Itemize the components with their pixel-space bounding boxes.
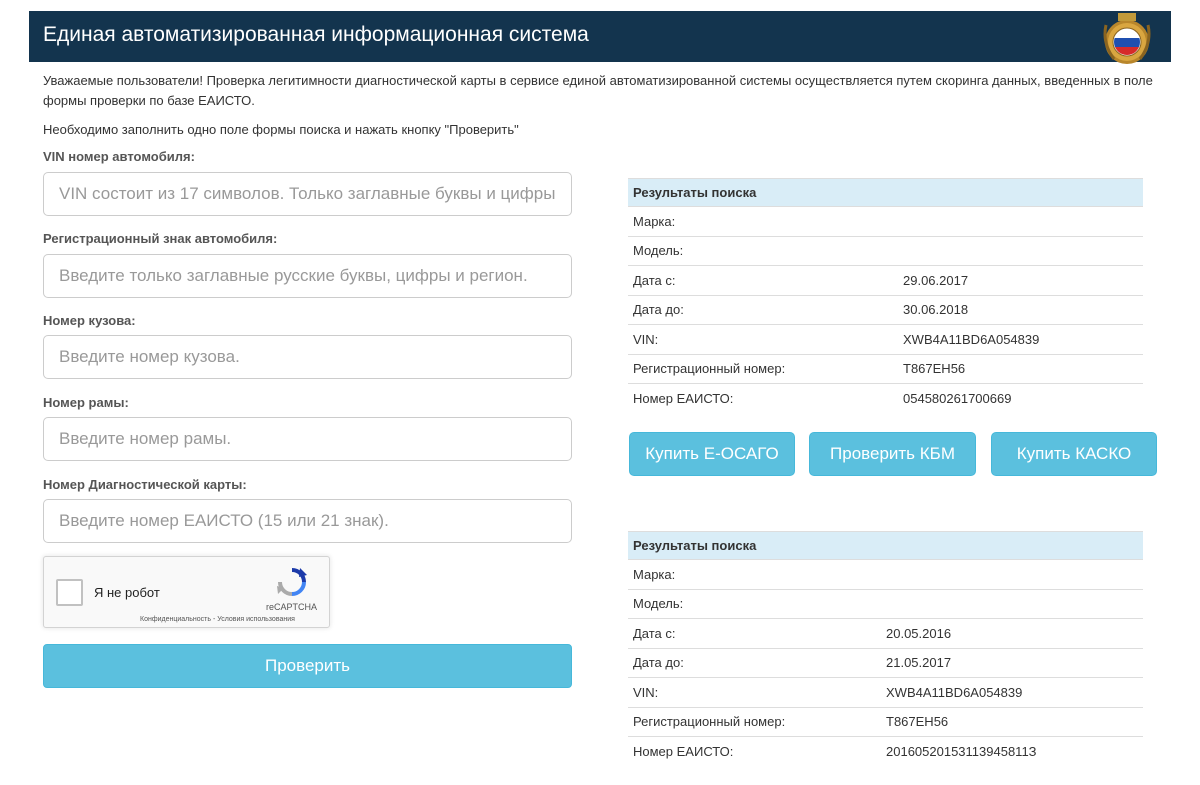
result-value: 21.05.2017 <box>886 647 1143 678</box>
result-value: 29.06.2017 <box>903 265 1143 295</box>
check-kbm-button[interactable]: Проверить КБМ <box>809 432 976 476</box>
result-label: Регистрационный номер: <box>628 706 886 737</box>
result-label: Марка: <box>628 559 886 589</box>
result-value: 20160520153113945811З <box>886 736 1143 766</box>
result-label: VIN: <box>628 324 903 354</box>
intro-instruction: Необходимо заполнить одно поле формы пои… <box>43 122 519 137</box>
result-label: Регистрационный номер: <box>628 353 903 384</box>
buy-kasko-button[interactable]: Купить КАСКО <box>991 432 1157 476</box>
result-row: Регистрационный номер: Т867ЕН56 <box>628 706 1143 737</box>
result-row: Регистрационный номер: Т867ЕН56 <box>628 353 1143 384</box>
diag-card-input[interactable] <box>43 499 572 543</box>
result-row: VIN: XWB4A11BD6A054839 <box>628 324 1143 354</box>
recaptcha-checkbox[interactable] <box>56 579 83 606</box>
frame-number-label: Номер рамы: <box>43 395 129 410</box>
result-label: Дата до: <box>628 647 886 678</box>
frame-number-input[interactable] <box>43 417 572 461</box>
result-label: Номер ЕАИСТО: <box>628 383 903 413</box>
body-number-input[interactable] <box>43 335 572 379</box>
result-label: Дата с: <box>628 265 903 295</box>
check-button[interactable]: Проверить <box>43 644 572 688</box>
result-label: Модель: <box>628 235 903 266</box>
results-title: Результаты поиска <box>628 178 1143 207</box>
result-row: Дата с: 29.06.2017 <box>628 265 1143 295</box>
intro-text: Уважаемые пользователи! Проверка легитим… <box>43 71 1153 140</box>
result-value <box>903 235 1143 266</box>
search-results-table: Результаты поиска Марка: Модель: Дата с: 20… <box>628 531 1143 766</box>
recaptcha-label: Я не робот <box>94 585 160 600</box>
recaptcha-logo-icon <box>277 568 307 596</box>
result-row: Дата до: 21.05.2017 <box>628 647 1143 678</box>
result-row: Дата с: 20.05.2016 <box>628 618 1143 648</box>
recaptcha-privacy-links[interactable]: Конфиденциальность - Условия использован… <box>140 616 295 623</box>
reg-plate-input[interactable] <box>43 254 572 298</box>
result-value: Т867ЕН56 <box>886 706 1143 737</box>
buy-e-osago-button[interactable]: Купить Е-ОСАГО <box>629 432 795 476</box>
result-label: Дата с: <box>628 618 886 648</box>
russian-flag-emblem-icon <box>1103 13 1151 64</box>
result-row: Модель: <box>628 235 1143 266</box>
result-row: VIN: XWB4A11BD6A054839 <box>628 677 1143 707</box>
search-results-table: Результаты поиска Марка: Модель: Дата с: 29… <box>628 178 1143 413</box>
result-row: Модель: <box>628 588 1143 619</box>
vin-label: VIN номер автомобиля: <box>43 149 195 164</box>
result-value: XWB4A11BD6A054839 <box>886 677 1143 707</box>
result-label: Дата до: <box>628 294 903 325</box>
result-label: Марка: <box>628 206 903 236</box>
result-value: 054580261700669 <box>903 383 1143 413</box>
recaptcha-brand: reCAPTCHA <box>266 602 318 612</box>
result-value <box>886 588 1143 619</box>
result-row: Марка: <box>628 559 1143 589</box>
intro-paragraph: Уважаемые пользователи! Проверка легитим… <box>43 73 1153 108</box>
result-value <box>903 206 1143 236</box>
result-row: Номер ЕАИСТО: 20160520153113945811З <box>628 736 1143 766</box>
body-number-label: Номер кузова: <box>43 313 136 328</box>
result-row: Номер ЕАИСТО: 054580261700669 <box>628 383 1143 413</box>
vin-input[interactable] <box>43 172 572 216</box>
reg-plate-label: Регистрационный знак автомобиля: <box>43 231 278 246</box>
result-row: Дата до: 30.06.2018 <box>628 294 1143 325</box>
result-label: VIN: <box>628 677 886 707</box>
result-value: Т867ЕН56 <box>903 353 1143 384</box>
page-title: Единая автоматизированная информационная… <box>43 23 589 46</box>
result-value <box>886 559 1143 589</box>
result-label: Номер ЕАИСТО: <box>628 736 886 766</box>
recaptcha-widget: Я не робот reCAPTCHA Конфиденциальность … <box>43 556 330 628</box>
result-row: Марка: <box>628 206 1143 236</box>
diag-card-label: Номер Диагностической карты: <box>43 477 247 492</box>
header-bar: Единая автоматизированная информационная… <box>29 11 1171 64</box>
result-value: XWB4A11BD6A054839 <box>903 324 1143 354</box>
result-label: Модель: <box>628 588 886 619</box>
result-value: 20.05.2016 <box>886 618 1143 648</box>
result-value: 30.06.2018 <box>903 294 1143 325</box>
results-title: Результаты поиска <box>628 531 1143 560</box>
